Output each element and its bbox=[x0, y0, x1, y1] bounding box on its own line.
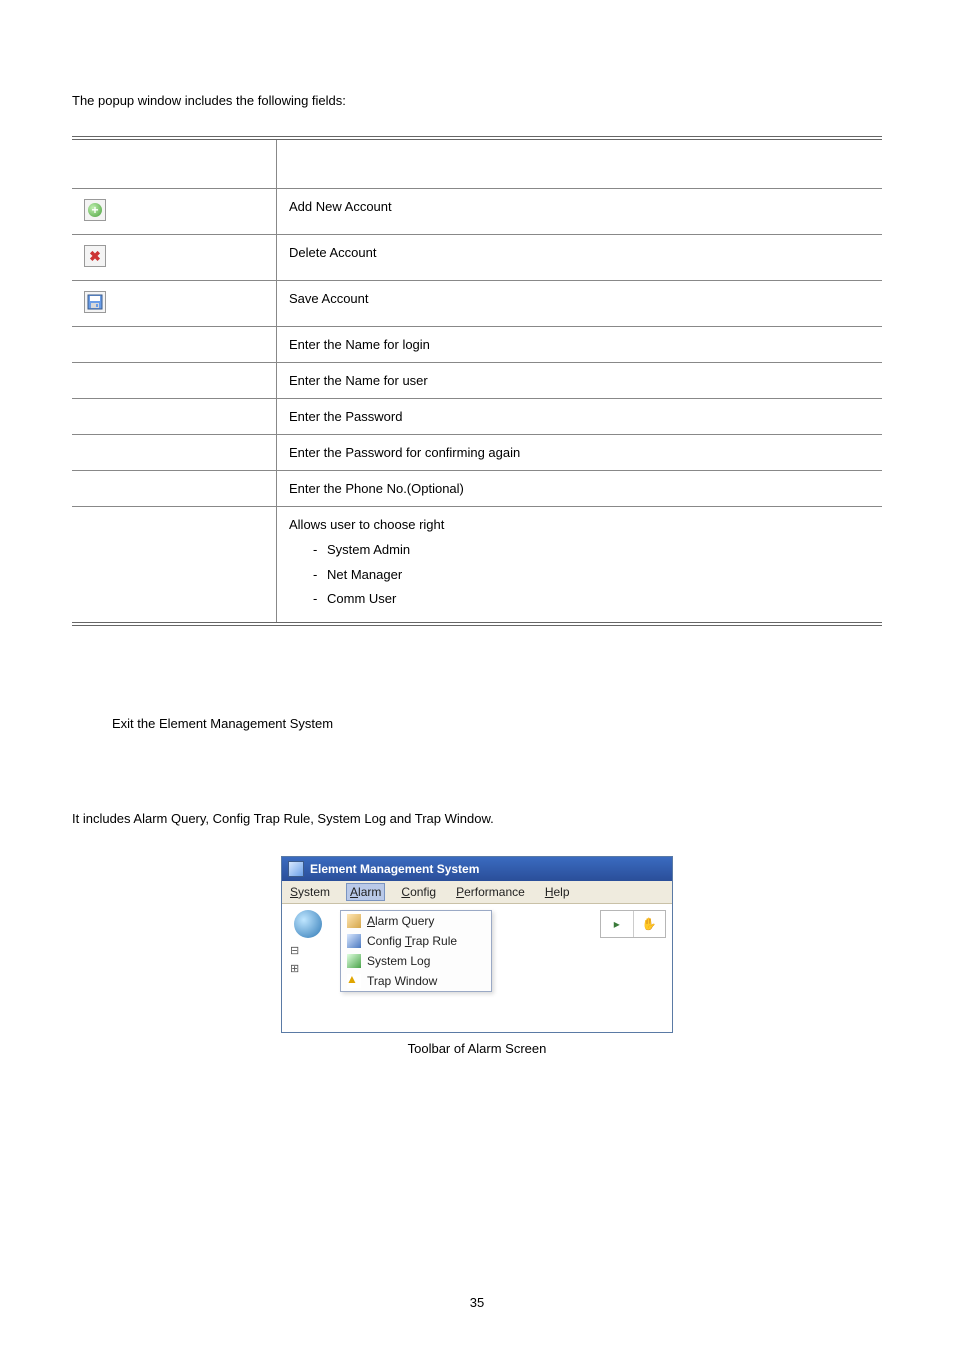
globe-icon bbox=[294, 910, 322, 938]
phone-desc: Enter the Phone No.(Optional) bbox=[277, 471, 883, 507]
menu-config[interactable]: Config bbox=[397, 883, 440, 901]
menu-performance[interactable]: Performance bbox=[452, 883, 529, 901]
row-rights: Allows user to choose right System Admin… bbox=[72, 507, 882, 625]
tree-node-1[interactable] bbox=[290, 942, 334, 960]
ems-title-text: Element Management System bbox=[310, 862, 479, 876]
mini-tool-2[interactable]: ✋ bbox=[633, 911, 666, 937]
alarm-query-icon bbox=[347, 914, 361, 928]
menu-help[interactable]: Help bbox=[541, 883, 574, 901]
confirm-password-desc: Enter the Password for confirming again bbox=[277, 435, 883, 471]
rights-list: System Admin Net Manager Comm User bbox=[289, 538, 870, 612]
menu-system[interactable]: System bbox=[286, 883, 334, 901]
dropdown-alarm-query[interactable]: Alarm Query bbox=[341, 911, 491, 931]
window-icon bbox=[288, 861, 304, 877]
ems-window: Element Management System System Alarm C… bbox=[281, 856, 673, 1033]
add-icon bbox=[84, 199, 106, 221]
row-user-name: Enter the Name for user bbox=[72, 363, 882, 399]
dropdown-system-log[interactable]: System Log bbox=[341, 951, 491, 971]
password-desc: Enter the Password bbox=[277, 399, 883, 435]
system-log-icon bbox=[347, 954, 361, 968]
alarm-dropdown: Alarm Query Config Trap Rule System Log … bbox=[340, 910, 492, 992]
exit-line: Exit the Element Management System bbox=[112, 716, 882, 731]
dropdown-trap-window[interactable]: Trap Window bbox=[341, 971, 491, 991]
alarm-intro: It includes Alarm Query, Config Trap Rul… bbox=[72, 811, 882, 826]
figure-caption: Toolbar of Alarm Screen bbox=[72, 1041, 882, 1056]
login-name-desc: Enter the Name for login bbox=[277, 327, 883, 363]
page-number: 35 bbox=[0, 1295, 954, 1310]
menu-alarm[interactable]: Alarm bbox=[346, 883, 385, 901]
row-password: Enter the Password bbox=[72, 399, 882, 435]
right-net-manager: Net Manager bbox=[313, 563, 870, 588]
header-left bbox=[72, 138, 277, 189]
trap-window-icon bbox=[347, 974, 361, 988]
dropdown-config-trap-rule[interactable]: Config Trap Rule bbox=[341, 931, 491, 951]
row-delete: Delete Account bbox=[72, 235, 882, 281]
right-comm-user: Comm User bbox=[313, 587, 870, 612]
intro-text: The popup window includes the following … bbox=[72, 93, 882, 108]
delete-desc: Delete Account bbox=[277, 235, 883, 281]
mini-tool-1[interactable]: ▸ bbox=[601, 911, 633, 937]
table-header-row bbox=[72, 138, 882, 189]
rights-intro: Allows user to choose right bbox=[289, 517, 444, 532]
tree-view bbox=[288, 942, 334, 978]
save-desc: Save Account bbox=[277, 281, 883, 327]
row-confirm-password: Enter the Password for confirming again bbox=[72, 435, 882, 471]
row-phone: Enter the Phone No.(Optional) bbox=[72, 471, 882, 507]
row-save: Save Account bbox=[72, 281, 882, 327]
add-desc: Add New Account bbox=[277, 189, 883, 235]
save-icon bbox=[84, 291, 106, 313]
fields-table: Add New Account Delete Account Save Acc bbox=[72, 136, 882, 626]
user-name-desc: Enter the Name for user bbox=[277, 363, 883, 399]
header-right bbox=[277, 138, 883, 189]
ems-menubar: System Alarm Config Performance Help bbox=[282, 881, 672, 904]
config-trap-icon bbox=[347, 934, 361, 948]
right-system-admin: System Admin bbox=[313, 538, 870, 563]
tree-node-2[interactable] bbox=[290, 960, 334, 978]
delete-icon bbox=[84, 245, 106, 267]
row-login-name: Enter the Name for login bbox=[72, 327, 882, 363]
ems-mini-toolbar: ▸ ✋ bbox=[600, 910, 666, 938]
row-add: Add New Account bbox=[72, 189, 882, 235]
ems-titlebar: Element Management System bbox=[282, 857, 672, 881]
